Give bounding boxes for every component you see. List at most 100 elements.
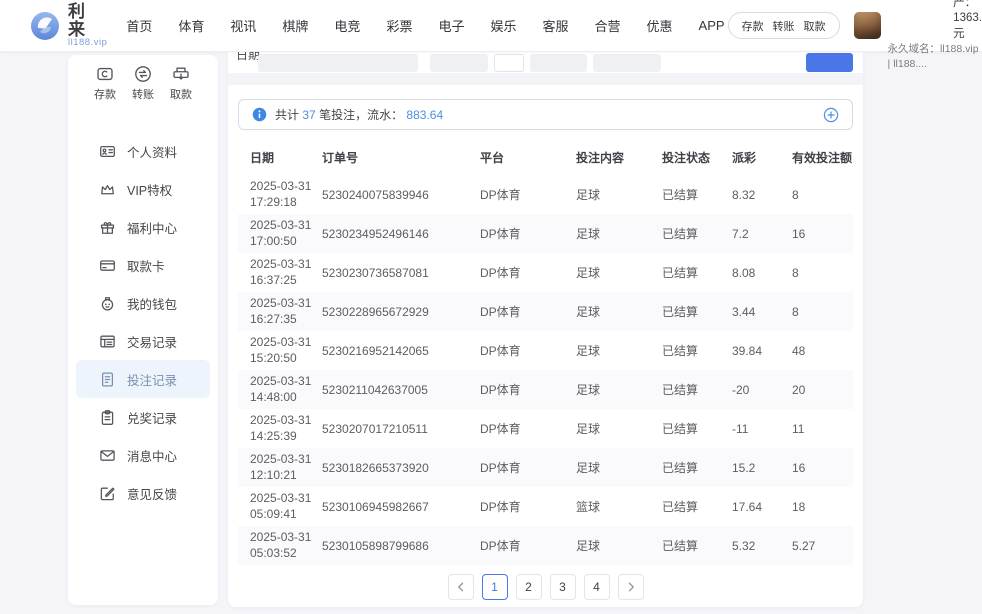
nav-item[interactable]: 合营 — [592, 12, 624, 39]
cell-status: 已结算 — [650, 370, 720, 409]
cell-payout: 15.2 — [720, 448, 780, 487]
deposit-icon — [96, 65, 114, 83]
cell-valid-amount: 16 — [780, 448, 853, 487]
sidebar-item[interactable]: 个人资料 — [68, 132, 218, 170]
page-button[interactable]: 2 — [516, 574, 542, 600]
cell-payout: 8.32 — [720, 175, 780, 214]
nav-item[interactable]: APP — [696, 14, 728, 37]
pill-action[interactable]: 转账 — [773, 18, 795, 34]
quick-action-label: 取款 — [170, 86, 192, 102]
cell-platform: DP体育 — [468, 331, 564, 370]
bank-card-icon — [99, 257, 116, 274]
page-button[interactable]: 3 — [550, 574, 576, 600]
column-header: 投注状态 — [650, 140, 720, 175]
cell-content: 足球 — [564, 409, 650, 448]
nav-item[interactable]: 优惠 — [644, 12, 676, 39]
total-assets: 总资产：1363.49元 — [953, 0, 982, 42]
gift-icon — [99, 219, 116, 236]
cell-order: 5230234952496146 — [310, 214, 468, 253]
table-row: 2025-03-3116:27:355230228965672929DP体育足球… — [238, 292, 853, 331]
permanent-domain: 永久域名：ll188.vip | ll188.... — [888, 42, 979, 70]
cell-date: 2025-03-3112:10:21 — [238, 448, 310, 487]
feedback-icon — [99, 485, 116, 502]
table-row: 2025-03-3117:00:505230234952496146DP体育足球… — [238, 214, 853, 253]
cell-order: 5230106945982667 — [310, 487, 468, 526]
sidebar-item[interactable]: 投注记录 — [76, 360, 210, 398]
avatar[interactable] — [854, 12, 881, 39]
logo[interactable]: 利来 ll188.vip — [30, 3, 107, 49]
cell-date: 2025-03-3114:48:00 — [238, 370, 310, 409]
cell-platform: DP体育 — [468, 253, 564, 292]
nav-item[interactable]: 彩票 — [383, 12, 415, 39]
filter-segment[interactable] — [430, 54, 488, 72]
date-range-input[interactable] — [258, 54, 418, 72]
nav-item[interactable]: 娱乐 — [487, 12, 519, 39]
crown-icon — [99, 181, 116, 198]
cell-platform: DP体育 — [468, 214, 564, 253]
nav-item[interactable]: 客服 — [539, 12, 571, 39]
column-header: 派彩 — [720, 140, 780, 175]
table-row: 2025-03-3114:48:005230211042637005DP体育足球… — [238, 370, 853, 409]
cell-platform: DP体育 — [468, 292, 564, 331]
info-icon — [252, 107, 267, 122]
sidebar-item[interactable]: 交易记录 — [68, 322, 218, 360]
table-row: 2025-03-3117:29:185230240075839946DP体育足球… — [238, 175, 853, 214]
sidebar-item[interactable]: 意见反馈 — [68, 474, 218, 512]
cell-date: 2025-03-3115:20:50 — [238, 331, 310, 370]
sidebar-item-label: 福利中心 — [127, 218, 177, 237]
cell-valid-amount: 8 — [780, 175, 853, 214]
nav-item[interactable]: 视讯 — [227, 12, 259, 39]
sidebar-quick-actions: 存款转账取款 — [68, 65, 218, 105]
quick-action[interactable]: 转账 — [128, 65, 158, 105]
pill-action[interactable]: 存款 — [742, 18, 764, 34]
cell-date: 2025-03-3117:00:50 — [238, 214, 310, 253]
sidebar-item[interactable]: 取款卡 — [68, 246, 218, 284]
cell-payout: -20 — [720, 370, 780, 409]
cell-order: 5230228965672929 — [310, 292, 468, 331]
sidebar-item-label: 意见反馈 — [127, 484, 177, 503]
transactions-icon — [99, 333, 116, 350]
cell-date: 2025-03-3117:29:18 — [238, 175, 310, 214]
quick-action[interactable]: 取款 — [166, 65, 196, 105]
plus-circle-icon[interactable] — [823, 107, 839, 123]
cell-status: 已结算 — [650, 409, 720, 448]
cell-platform: DP体育 — [468, 487, 564, 526]
cell-payout: 7.2 — [720, 214, 780, 253]
nav-item[interactable]: 体育 — [175, 12, 207, 39]
page-button[interactable]: 4 — [584, 574, 610, 600]
main-nav: 首页体育视讯棋牌电竞彩票电子娱乐客服合营优惠 APP — [123, 12, 727, 39]
cell-content: 足球 — [564, 331, 650, 370]
cell-order: 5230230736587081 — [310, 253, 468, 292]
next-page-button[interactable] — [618, 574, 644, 600]
sidebar-item[interactable]: 我的钱包 — [68, 284, 218, 322]
pill-action[interactable]: 取款 — [804, 18, 826, 34]
filter-segment[interactable] — [530, 54, 587, 72]
cell-payout: -11 — [720, 409, 780, 448]
nav-item[interactable]: 棋牌 — [279, 12, 311, 39]
sidebar-item[interactable]: 消息中心 — [68, 436, 218, 474]
cell-valid-amount: 20 — [780, 370, 853, 409]
filter-segment[interactable] — [593, 54, 661, 72]
nav-item[interactable]: 首页 — [123, 12, 155, 39]
cell-status: 已结算 — [650, 292, 720, 331]
prev-page-button[interactable] — [448, 574, 474, 600]
nav-item[interactable]: 电竞 — [331, 12, 363, 39]
cell-status: 已结算 — [650, 487, 720, 526]
quick-action[interactable]: 存款 — [90, 65, 120, 105]
cell-order: 5230182665373920 — [310, 448, 468, 487]
sidebar-item[interactable]: 兑奖记录 — [68, 398, 218, 436]
page-button[interactable]: 1 — [482, 574, 508, 600]
cell-valid-amount: 8 — [780, 292, 853, 331]
screen: 利来 ll188.vip 首页体育视讯棋牌电竞彩票电子娱乐客服合营优惠 APP 存… — [0, 0, 982, 614]
sidebar-item[interactable]: 福利中心 — [68, 208, 218, 246]
nav-item[interactable]: 电子 — [435, 12, 467, 39]
sidebar-item-label: 交易记录 — [127, 332, 177, 351]
table-row: 2025-03-3116:37:255230230736587081DP体育足球… — [238, 253, 853, 292]
cell-payout: 39.84 — [720, 331, 780, 370]
filter-segment[interactable] — [494, 54, 524, 72]
transfer-icon — [134, 65, 152, 83]
cell-content: 足球 — [564, 214, 650, 253]
sidebar-item[interactable]: VIP特权 — [68, 170, 218, 208]
bet-records-icon — [99, 371, 116, 388]
pagination: 1234 — [228, 574, 863, 600]
